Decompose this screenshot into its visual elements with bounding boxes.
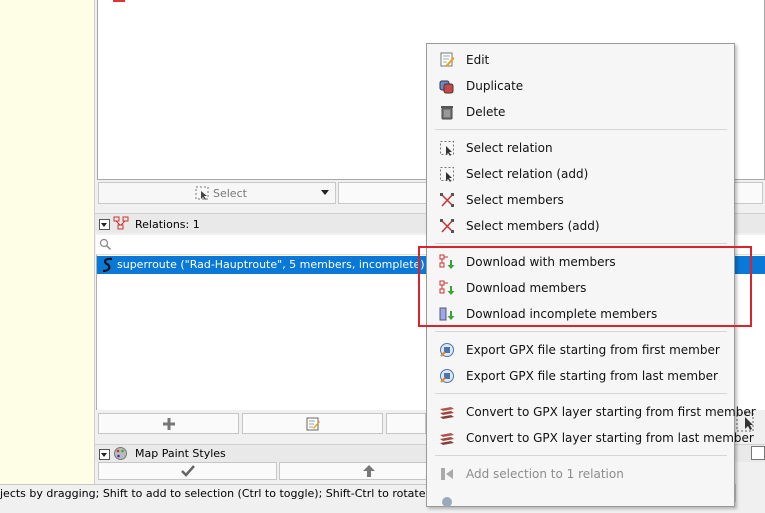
style-settings-handle[interactable]	[751, 446, 765, 460]
menu-item-label: Convert to GPX layer starting from last …	[466, 431, 754, 445]
menu-separator	[435, 455, 727, 456]
selection-header-icon	[113, 0, 125, 2]
palette-icon	[114, 447, 127, 460]
edit-icon	[440, 52, 455, 67]
map-paint-styles-title: Map Paint Styles	[135, 447, 226, 460]
menu-item-select-members-add[interactable]: Select members (add)	[427, 213, 734, 239]
menu-item-label: Duplicate	[466, 79, 524, 93]
menu-item-export-gpx-last[interactable]: Export GPX file starting from last membe…	[427, 363, 734, 389]
activate-style-button[interactable]	[98, 462, 277, 480]
map-view[interactable]	[0, 0, 95, 484]
select-button[interactable]: Select	[98, 182, 336, 204]
menu-separator	[435, 129, 727, 130]
menu-item-convert-gpx-last[interactable]: Convert to GPX layer starting from last …	[427, 425, 754, 451]
menu-separator	[435, 393, 727, 394]
status-bar-extra	[735, 484, 765, 502]
menu-item-label: Export GPX file starting from first memb…	[466, 343, 720, 357]
relation-row-label: superroute ("Rad-Hauptroute", 5 members,…	[117, 258, 425, 271]
gpx-layer-icon	[440, 433, 454, 445]
add-selection-icon	[441, 468, 453, 480]
menu-item-select-relation[interactable]: Select relation	[427, 135, 734, 161]
arrow-up-icon	[363, 465, 375, 477]
menu-item-select-members[interactable]: Select members	[427, 187, 734, 213]
checkmark-icon	[181, 465, 195, 477]
menu-item-label: Convert to GPX layer starting from first…	[466, 405, 756, 419]
gpx-export-icon	[440, 343, 454, 357]
menu-item-export-gpx-first[interactable]: Export GPX file starting from first memb…	[427, 337, 734, 363]
menu-item-label: Add selection to 1 relation	[466, 467, 624, 481]
menu-item-add-selection[interactable]: Add selection to 1 relation	[427, 461, 734, 487]
edit-icon	[306, 417, 320, 431]
menu-item-label: Select relation (add)	[466, 167, 589, 181]
duplicate-icon	[439, 80, 454, 94]
gpx-layer-icon	[440, 407, 454, 419]
chevron-down-icon[interactable]	[321, 190, 329, 195]
relations-title: Relations: 1	[135, 218, 200, 231]
menu-separator	[435, 243, 727, 244]
menu-separator	[435, 331, 727, 332]
edit-relation-button[interactable]	[242, 413, 383, 434]
menu-item-convert-gpx-first[interactable]: Convert to GPX layer starting from first…	[427, 399, 756, 425]
more-icon	[442, 497, 452, 507]
select-button-label: Select	[213, 187, 247, 200]
relation-icon	[113, 216, 129, 230]
menu-item-label: Edit	[466, 53, 490, 67]
status-text: jects by dragging; Shift to add to selec…	[0, 487, 480, 500]
menu-item-label: Delete	[466, 105, 506, 119]
select-relation-add-icon	[440, 167, 454, 182]
select-members-icon	[440, 193, 454, 207]
gpx-export-icon	[440, 369, 454, 383]
select-relation-icon	[440, 141, 454, 156]
collapse-icon[interactable]	[99, 449, 110, 460]
menu-item-edit[interactable]: Edit	[427, 47, 734, 73]
superroute-icon	[102, 257, 113, 273]
plus-icon	[163, 418, 175, 430]
menu-item-delete[interactable]: Delete	[427, 99, 734, 125]
collapse-icon[interactable]	[99, 219, 110, 230]
add-relation-button[interactable]	[98, 413, 239, 434]
select-cursor-icon	[195, 186, 209, 200]
menu-item-select-relation-add[interactable]: Select relation (add)	[427, 161, 734, 187]
relation-action-button[interactable]	[386, 413, 426, 434]
menu-item-label: Select members	[466, 193, 564, 207]
highlight-box	[418, 246, 752, 327]
select-members-add-icon	[440, 219, 454, 233]
menu-item-more[interactable]	[427, 487, 734, 513]
trash-icon	[441, 106, 453, 120]
menu-item-label: Select members (add)	[466, 219, 600, 233]
menu-item-label: Select relation	[466, 141, 553, 155]
menu-item-label: Export GPX file starting from last membe…	[466, 369, 718, 383]
search-icon	[99, 238, 112, 251]
menu-item-duplicate[interactable]: Duplicate	[427, 73, 734, 99]
